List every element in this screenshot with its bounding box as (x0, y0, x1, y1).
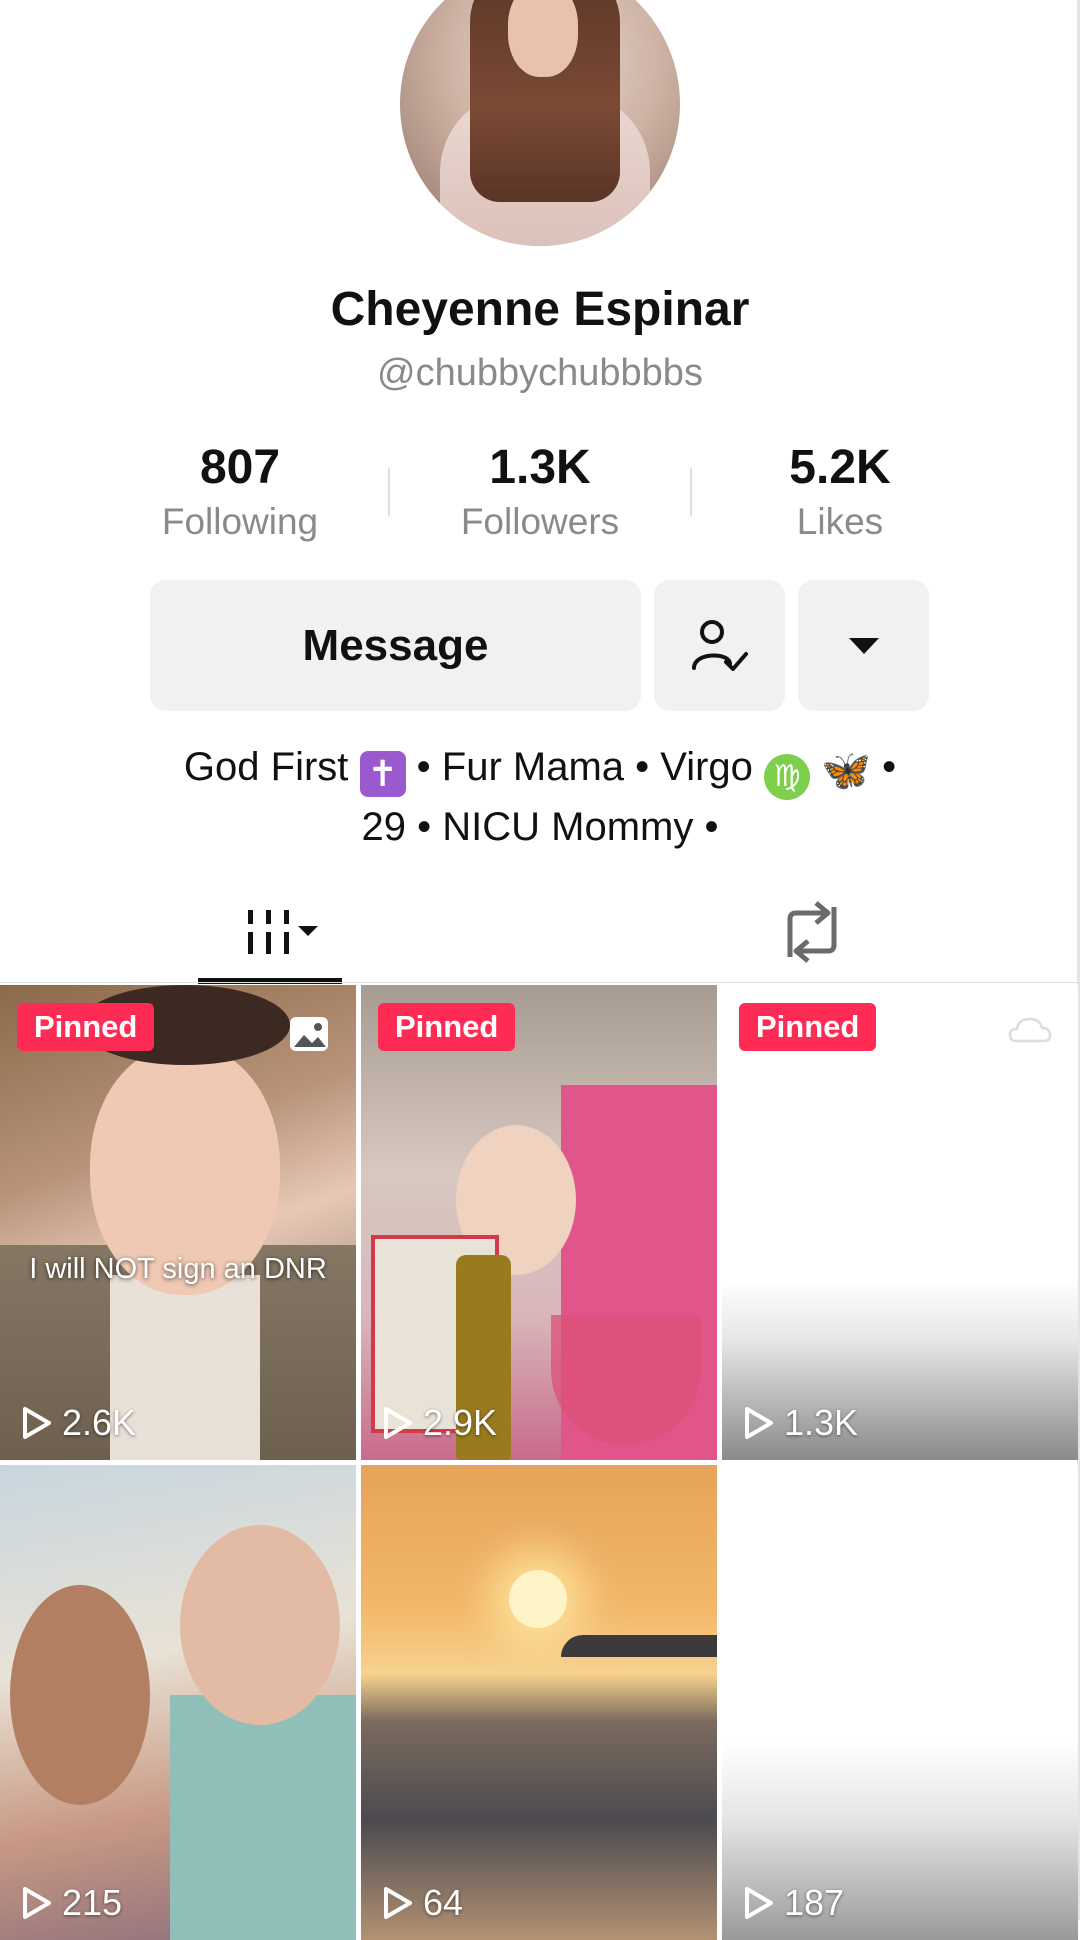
bio-text: • Fur Mama • Virgo (405, 745, 765, 789)
video-thumbnail[interactable]: 215 (0, 1465, 356, 1940)
bio-text: God First (183, 745, 349, 789)
stat-followers-value: 1.3K (489, 441, 591, 494)
profile-display-name: Cheyenne Espinar (330, 283, 750, 336)
caret-down-icon (848, 637, 879, 654)
stat-following[interactable]: 807 Following (120, 440, 360, 543)
tab-reposts[interactable] (740, 880, 884, 984)
pinned-badge: Pinned (739, 1003, 877, 1051)
stat-followers[interactable]: 1.3K Followers (420, 440, 660, 543)
thumb-shape (509, 1570, 567, 1628)
repost-icon (787, 901, 837, 963)
play-icon (745, 1407, 773, 1439)
view-count: 215 (22, 1882, 122, 1924)
bio-line-2: 29 • NICU Mommy • (361, 805, 719, 849)
stat-following-label: Following (161, 501, 319, 542)
stat-divider (690, 468, 692, 516)
profile-avatar[interactable] (400, 0, 680, 246)
view-count: 2.6K (22, 1402, 136, 1444)
video-thumbnail[interactable]: Pinned I will NOT sign an DNR 2.6K (0, 985, 356, 1460)
stat-likes-label: Likes (796, 501, 884, 542)
view-count-value: 2.9K (423, 1402, 498, 1443)
stat-likes[interactable]: 5.2K Likes (720, 440, 960, 543)
butterfly-emoji-icon: 🦋 (821, 749, 871, 793)
message-button[interactable]: Message (150, 580, 641, 711)
more-options-button[interactable] (798, 580, 929, 711)
play-icon (23, 1407, 51, 1439)
bio-text: • (870, 745, 897, 789)
virgo-emoji-icon: ♍ (764, 754, 811, 800)
stat-likes-value: 5.2K (789, 441, 891, 494)
user-check-icon (691, 619, 748, 671)
thumb-shape (10, 1585, 150, 1805)
thumb-shape (180, 1525, 340, 1725)
video-thumbnail[interactable]: Pinned 2.9K (361, 985, 717, 1460)
view-count: 1.3K (744, 1402, 858, 1444)
pinned-badge: Pinned (17, 1003, 155, 1051)
play-icon (745, 1887, 773, 1919)
video-thumbnail[interactable]: Pinned 1.3K (722, 985, 1078, 1460)
cloud-icon (1008, 1017, 1052, 1043)
grid-icon (248, 910, 318, 954)
video-caption-overlay: I will NOT sign an DNR (29, 1253, 327, 1285)
video-thumbnail[interactable]: 187 (722, 1465, 1078, 1940)
play-icon (384, 1407, 412, 1439)
following-status-button[interactable] (654, 580, 785, 711)
active-tab-indicator (198, 978, 342, 984)
video-thumbnail[interactable]: 64 (361, 1465, 717, 1940)
avatar-face (508, 0, 578, 77)
stat-followers-label: Followers (460, 501, 620, 542)
view-count: 2.9K (383, 1402, 497, 1444)
stat-following-value: 807 (199, 441, 281, 494)
play-icon (23, 1887, 51, 1919)
view-count: 187 (744, 1882, 844, 1924)
stat-divider (388, 468, 390, 516)
view-count: 64 (383, 1882, 463, 1924)
thumb-shape (561, 1635, 717, 1657)
view-count-value: 187 (784, 1882, 845, 1923)
view-count-value: 1.3K (784, 1402, 859, 1443)
profile-bio: God First ✝ • Fur Mama • Virgo ♍ 🦋 • 29 … (100, 740, 980, 854)
profile-handle: @chubbychubbbbs (377, 352, 703, 394)
view-count-value: 64 (423, 1882, 464, 1923)
view-count-value: 215 (62, 1882, 123, 1923)
photo-icon (290, 1017, 328, 1051)
pinned-badge: Pinned (378, 1003, 516, 1051)
thumb-shape (170, 1695, 356, 1940)
bio-line-1: God First ✝ • Fur Mama • Virgo ♍ 🦋 • (100, 740, 980, 800)
play-icon (384, 1887, 412, 1919)
view-count-value: 2.6K (62, 1402, 137, 1443)
tabs-divider (0, 982, 1080, 983)
cross-emoji-icon: ✝ (359, 751, 406, 797)
tab-videos[interactable] (198, 880, 342, 984)
